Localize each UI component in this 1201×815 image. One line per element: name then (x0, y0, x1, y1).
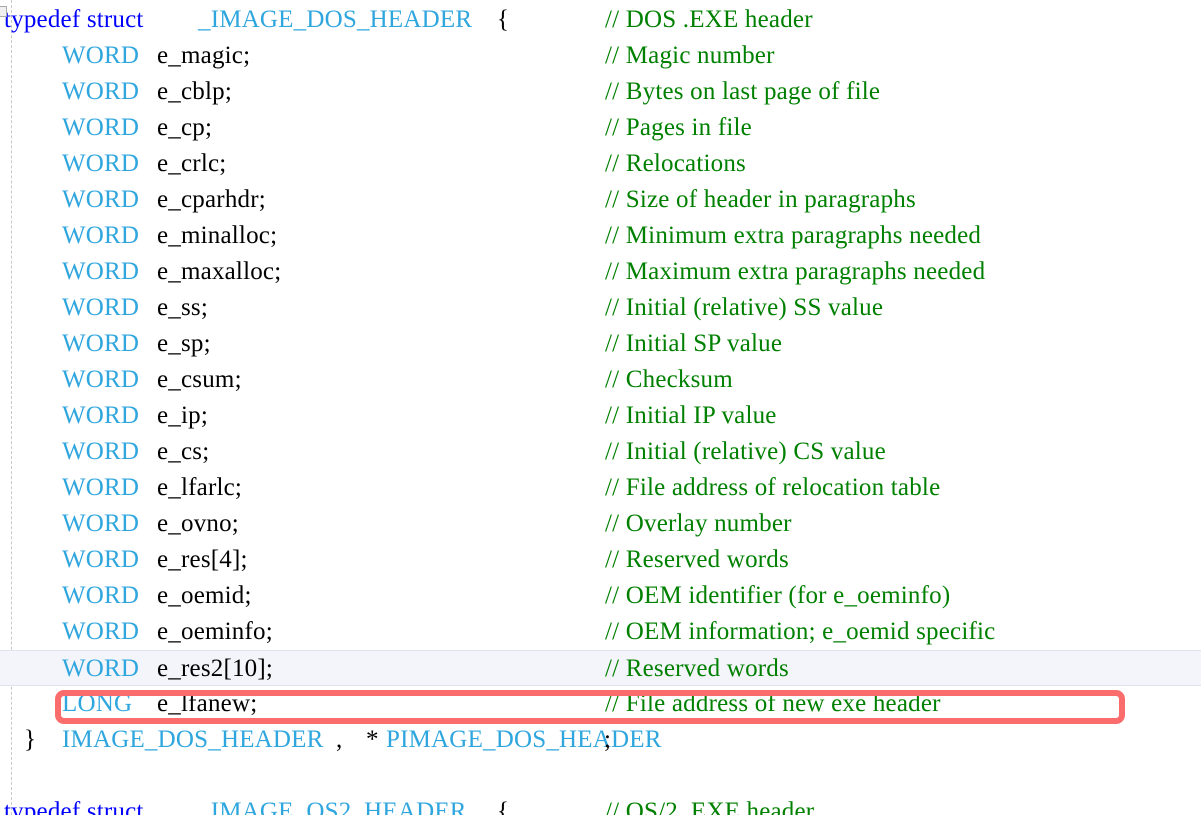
code-token-comment: // Minimum extra paragraphs needed (605, 222, 982, 249)
code-token-type: WORD (62, 150, 140, 177)
code-token-ident: e_minalloc; (157, 222, 278, 249)
code-token-type: LONG (62, 690, 133, 717)
code-token-type: WORD (62, 222, 140, 249)
code-token-ident: e_maxalloc; (157, 258, 282, 285)
code-token-ident: e_oemid; (157, 582, 252, 609)
code-token-comment: // DOS .EXE header (605, 6, 813, 33)
code-token-kw: typedef struct (4, 6, 144, 33)
code-line[interactable]: WORD e_oemid; // OEM identifier (for e_oem… (0, 578, 1201, 614)
code-line[interactable]: WORD e_sp; // Initial SP value (0, 326, 1201, 362)
code-token-comment: // OEM identifier (for e_oeminfo) (605, 582, 951, 609)
code-token-ident: e_oeminfo; (157, 618, 273, 645)
code-token-ident: e_magic; (157, 42, 251, 69)
code-token-typename: PIMAGE_DOS_HEADER (386, 726, 662, 753)
code-token-ident: e_lfarlc; (157, 474, 243, 501)
code-token-comment: // Pages in file (605, 114, 752, 141)
code-line[interactable]: LONG e_lfanew; // File address of new exe … (0, 686, 1201, 722)
code-token-comment: // File address of relocation table (605, 474, 941, 501)
code-line[interactable]: WORD e_maxalloc; // Maximum extra paragrap… (0, 254, 1201, 290)
code-token-comment: // Size of header in paragraphs (605, 186, 916, 213)
code-fold-box-icon[interactable] (0, 6, 7, 17)
code-token-ident: e_lfanew; (157, 690, 258, 717)
code-token-comment: // Bytes on last page of file (605, 78, 881, 105)
code-token-punct: { (497, 6, 510, 33)
code-line[interactable] (0, 758, 1201, 794)
code-token-comment: // File address of new exe header (605, 690, 941, 717)
code-line[interactable]: WORD e_ovno; // Overlay number (0, 506, 1201, 542)
code-token-comment: // Initial IP value (605, 402, 777, 429)
code-token-type: WORD (62, 78, 140, 105)
code-token-type: WORD (62, 366, 140, 393)
code-token-type: WORD (62, 42, 140, 69)
code-token-comment: // Overlay number (605, 510, 792, 537)
code-token-comment: // Initial SP value (605, 330, 783, 357)
code-token-comment: // Maximum extra paragraphs needed (605, 258, 986, 285)
code-token-type: WORD (62, 474, 140, 501)
code-token-type: WORD (62, 438, 140, 465)
code-token-typename: _IMAGE_DOS_HEADER (198, 6, 473, 33)
code-token-kw: typedef struct (4, 798, 144, 815)
code-token-punct: , (336, 726, 343, 753)
code-token-ident: e_ss; (157, 294, 208, 321)
code-token-comment: // OS/2 .EXE header (605, 798, 815, 815)
code-line[interactable]: WORD e_cblp; // Bytes on last page of file (0, 74, 1201, 110)
code-token-type: WORD (62, 258, 140, 285)
code-token-typename: _IMAGE_OS2_HEADER (198, 798, 467, 815)
code-token-comment: // Checksum (605, 366, 733, 393)
code-line[interactable]: WORD e_cs; // Initial (relative) CS value (0, 434, 1201, 470)
code-line[interactable]: WORD e_cparhdr; // Size of header in parag… (0, 182, 1201, 218)
code-line[interactable]: typedef struct _IMAGE_OS2_HEADER { // OS/2 … (0, 794, 1201, 815)
code-line[interactable]: WORD e_lfarlc; // File address of relocati… (0, 470, 1201, 506)
code-token-type: WORD (62, 618, 140, 645)
code-lines-container: typedef struct _IMAGE_DOS_HEADER { // DOS .… (0, 0, 1201, 815)
code-line[interactable]: WORD e_cp; // Pages in file (0, 110, 1201, 146)
code-token-comment: // Reserved words (605, 655, 789, 682)
code-token-type: WORD (62, 655, 140, 682)
code-token-type: WORD (62, 402, 140, 429)
code-token-type: WORD (62, 330, 140, 357)
code-token-punct: { (497, 798, 510, 815)
code-token-comment: // Relocations (605, 150, 746, 177)
code-token-ident: e_cblp; (157, 78, 232, 105)
code-line[interactable]: WORD e_res2[10]; // Reserved words (0, 650, 1201, 686)
code-editor-viewport[interactable]: typedef struct _IMAGE_DOS_HEADER { // DOS .… (0, 0, 1201, 815)
code-token-ident: e_ip; (157, 402, 208, 429)
code-token-type: WORD (62, 510, 140, 537)
code-line[interactable]: } IMAGE_DOS_HEADER, * PIMAGE_DOS_HEADER; (0, 722, 1201, 758)
code-token-punct: * (366, 726, 379, 753)
code-token-ident: e_csum; (157, 366, 242, 393)
code-token-punct: } (24, 726, 37, 753)
code-token-type: WORD (62, 582, 140, 609)
code-line[interactable]: typedef struct _IMAGE_DOS_HEADER { // DOS .… (0, 2, 1201, 38)
code-line[interactable]: WORD e_minalloc; // Minimum extra paragrap… (0, 218, 1201, 254)
code-token-typename: IMAGE_DOS_HEADER (62, 726, 324, 753)
code-token-ident: e_sp; (157, 330, 211, 357)
code-token-type: WORD (62, 114, 140, 141)
code-token-ident: e_cparhdr; (157, 186, 266, 213)
code-token-ident: e_res[4]; (157, 546, 248, 573)
code-line[interactable]: WORD e_oeminfo; // OEM information; e_oemi… (0, 614, 1201, 650)
code-line[interactable]: WORD e_crlc; // Relocations (0, 146, 1201, 182)
code-token-ident: e_res2[10]; (157, 655, 274, 682)
code-line[interactable]: WORD e_magic; // Magic number (0, 38, 1201, 74)
code-token-type: WORD (62, 546, 140, 573)
code-token-comment: // Initial (relative) CS value (605, 438, 886, 465)
code-line[interactable]: WORD e_res[4]; // Reserved words (0, 542, 1201, 578)
code-token-comment: // Initial (relative) SS value (605, 294, 884, 321)
code-token-ident: e_ovno; (157, 510, 239, 537)
code-token-ident: e_cp; (157, 114, 213, 141)
code-token-comment: // Reserved words (605, 546, 789, 573)
code-token-type: WORD (62, 186, 140, 213)
code-line[interactable]: WORD e_ip; // Initial IP value (0, 398, 1201, 434)
code-token-ident: e_crlc; (157, 150, 227, 177)
code-token-comment: // OEM information; e_oemid specific (605, 618, 996, 645)
code-line[interactable]: WORD e_csum; // Checksum (0, 362, 1201, 398)
code-token-ident: e_cs; (157, 438, 210, 465)
code-token-comment: // Magic number (605, 42, 775, 69)
code-token-punct: ; (604, 726, 612, 753)
code-line[interactable]: WORD e_ss; // Initial (relative) SS value (0, 290, 1201, 326)
code-token-type: WORD (62, 294, 140, 321)
